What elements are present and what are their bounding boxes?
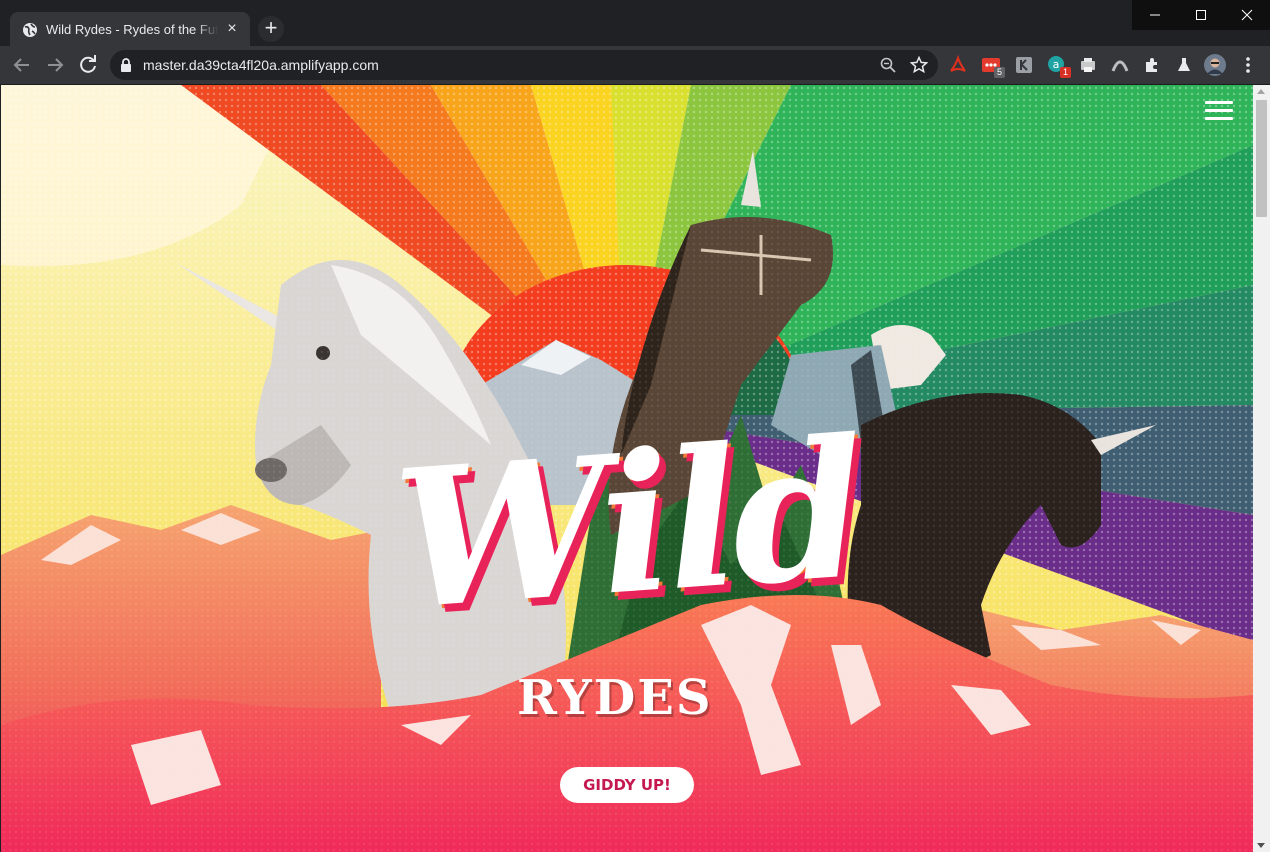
giddy-up-button[interactable]: GIDDY UP!	[560, 767, 694, 803]
browser-tab[interactable]: Wild Rydes - Rydes of the Future ×	[10, 12, 250, 46]
ellipsis-ext-icon[interactable]: 5	[981, 55, 1005, 78]
back-button[interactable]	[10, 53, 34, 77]
ext-badge: 5	[994, 67, 1005, 78]
minimize-button[interactable]	[1132, 0, 1178, 30]
at-ext-icon[interactable]: a 1	[1047, 55, 1071, 78]
new-tab-button[interactable]: +	[258, 16, 284, 42]
arrow-right-icon	[48, 58, 64, 72]
reload-icon	[80, 55, 96, 73]
puzzle-icon[interactable]	[1142, 55, 1162, 75]
maximize-button[interactable]	[1178, 0, 1224, 30]
tab-title: Wild Rydes - Rydes of the Future	[46, 22, 218, 37]
url-text: master.da39cta4fl20a.amplifyapp.com	[143, 57, 379, 73]
hero-title: Wild	[388, 397, 867, 652]
bookmark-star-icon[interactable]	[909, 55, 929, 79]
tab-strip: Wild Rydes - Rydes of the Future × +	[0, 0, 1270, 46]
flask-icon[interactable]	[1174, 55, 1194, 75]
arc-ext-icon[interactable]	[1110, 55, 1130, 75]
bookmark-ext-icon[interactable]	[1014, 55, 1034, 75]
scroll-down-icon[interactable]	[1257, 843, 1265, 848]
browser-toolbar: master.da39cta4fl20a.amplifyapp.com 5 a …	[0, 46, 1270, 84]
reload-button[interactable]	[76, 53, 100, 77]
close-window-button[interactable]	[1224, 0, 1270, 30]
lock-icon	[120, 58, 132, 77]
forward-button[interactable]	[43, 53, 67, 77]
scroll-up-icon[interactable]	[1257, 89, 1265, 94]
tab-close-icon[interactable]: ×	[224, 21, 240, 37]
hero-subtitle: RYDES	[517, 670, 713, 726]
svg-text:a: a	[1053, 58, 1060, 71]
avatar[interactable]	[1204, 54, 1226, 76]
kebab-menu-icon[interactable]	[1238, 55, 1258, 75]
ext-badge: 1	[1060, 67, 1071, 78]
address-bar[interactable]: master.da39cta4fl20a.amplifyapp.com	[110, 50, 938, 80]
menu-icon[interactable]	[1205, 101, 1233, 121]
globe-icon	[22, 22, 38, 38]
arrow-left-icon	[13, 58, 29, 72]
scroll-thumb[interactable]	[1256, 100, 1267, 217]
acrobat-icon[interactable]	[948, 54, 968, 75]
zoom-out-icon[interactable]	[880, 57, 896, 78]
print-ext-icon[interactable]	[1078, 55, 1098, 75]
page-scrollbar[interactable]	[1253, 85, 1270, 852]
page-viewport: Wild RYDES GIDDY UP!	[1, 85, 1253, 852]
